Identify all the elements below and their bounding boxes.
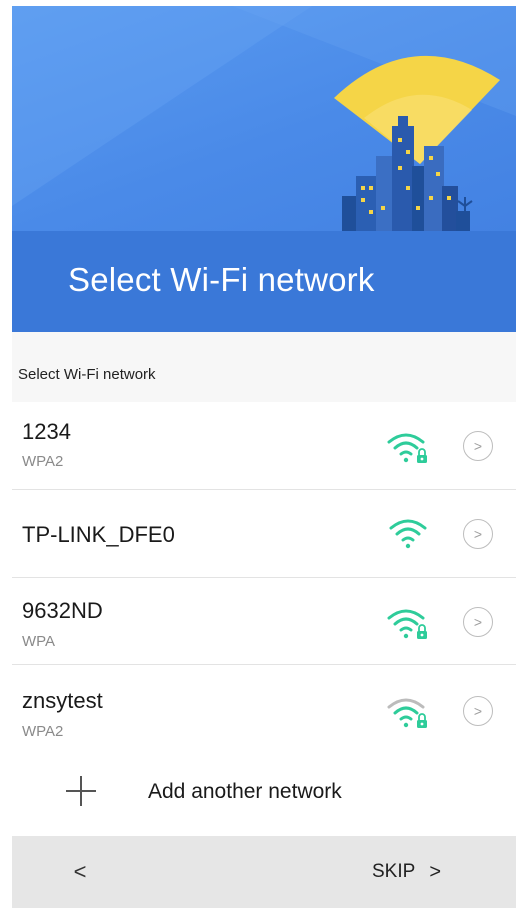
skip-label: SKIP — [372, 861, 416, 882]
network-details-button[interactable]: > — [463, 696, 493, 726]
back-button[interactable]: < — [62, 854, 98, 890]
wifi-icon — [389, 519, 427, 549]
network-details-button[interactable]: > — [463, 519, 493, 549]
network-name: TP-LINK_DFE0 — [22, 522, 175, 547]
plus-icon — [66, 776, 96, 806]
wifi-lock-icon — [387, 433, 427, 463]
network-list: 1234 WPA2 > TP-LINK_DFE0 > 9632ND WPA > … — [12, 402, 516, 752]
network-security: WPA2 — [22, 723, 64, 740]
network-item-tp-link[interactable]: TP-LINK_DFE0 > — [12, 490, 516, 578]
section-header: Select Wi-Fi network — [12, 332, 516, 403]
section-header-label: Select Wi-Fi network — [18, 366, 156, 383]
network-details-button[interactable]: > — [463, 431, 493, 461]
network-item-znsytest[interactable]: znsytest WPA2 > — [12, 665, 516, 752]
skip-button[interactable]: SKIP > — [372, 854, 441, 890]
wifi-lock-icon — [387, 609, 427, 639]
page-title: Select Wi-Fi network — [68, 261, 375, 298]
bottom-nav-bar: < SKIP > — [12, 836, 516, 908]
network-name: 1234 — [22, 419, 71, 444]
chevron-right-icon: > — [429, 860, 441, 883]
network-details-button[interactable]: > — [463, 607, 493, 637]
network-name: 9632ND — [22, 598, 103, 623]
network-item-9632nd[interactable]: 9632ND WPA > — [12, 578, 516, 665]
hero-banner: Select Wi-Fi network — [12, 6, 516, 332]
network-name: znsytest — [22, 688, 103, 713]
network-security: WPA2 — [22, 453, 64, 470]
screen: Select Wi-Fi network Select Wi-Fi networ… — [12, 6, 516, 908]
network-security: WPA — [22, 633, 56, 650]
wifi-lock-icon — [387, 698, 427, 728]
network-item-1234[interactable]: 1234 WPA2 > — [12, 402, 516, 490]
add-network-button[interactable]: Add another network — [12, 756, 516, 836]
add-network-label: Add another network — [148, 780, 342, 803]
